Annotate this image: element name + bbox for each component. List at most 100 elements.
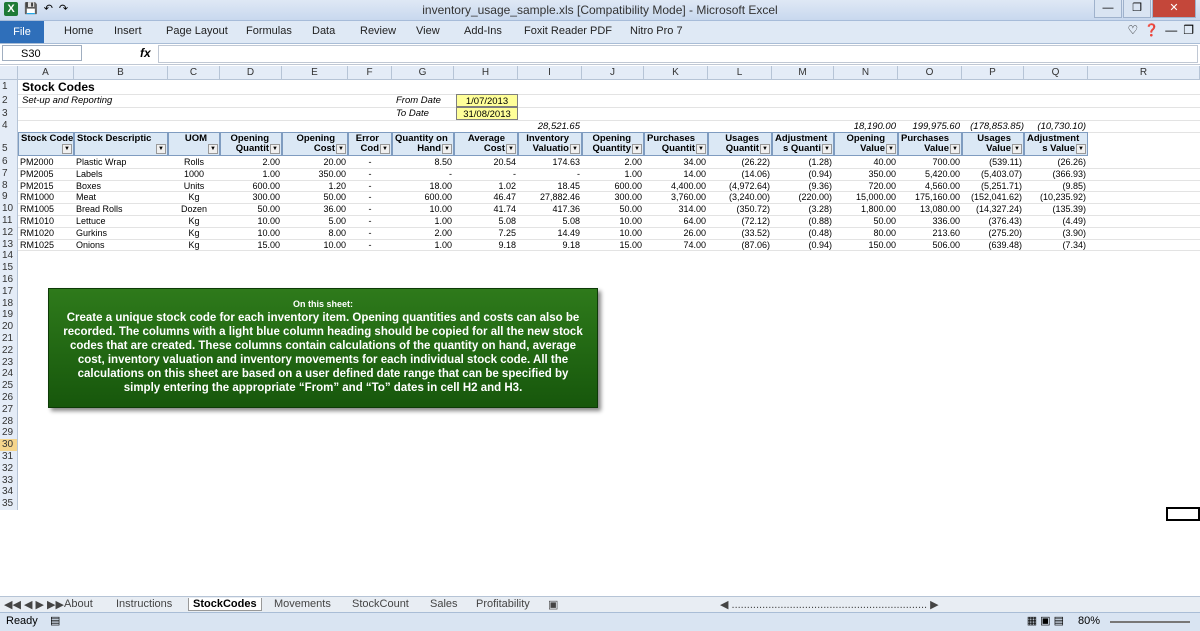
row-header[interactable]: 3 bbox=[0, 107, 18, 120]
col-header[interactable]: P bbox=[962, 66, 1024, 80]
row-header[interactable]: 34 bbox=[0, 486, 18, 499]
table-cell[interactable]: Dozen bbox=[168, 203, 220, 215]
column-heading[interactable]: Purchases Value ▼ bbox=[898, 132, 962, 156]
table-cell[interactable]: 27,882.46 bbox=[518, 191, 582, 203]
table-cell[interactable]: 15,000.00 bbox=[834, 191, 898, 203]
macro-record-icon[interactable]: ▤ bbox=[50, 614, 60, 627]
table-cell[interactable]: 18.45 bbox=[518, 180, 582, 192]
row-header[interactable]: 13 bbox=[0, 238, 18, 251]
table-cell[interactable]: PM2000 bbox=[18, 156, 74, 168]
total-usages-value[interactable]: (178,853.85) bbox=[962, 120, 1026, 132]
tab-nitro[interactable]: Nitro Pro 7 bbox=[630, 25, 683, 37]
row-header[interactable]: 25 bbox=[0, 380, 18, 392]
column-heading[interactable]: Opening Quantity ▼ bbox=[582, 132, 644, 156]
table-cell[interactable]: 9.18 bbox=[518, 239, 582, 251]
table-cell[interactable]: Labels bbox=[74, 168, 168, 180]
table-cell[interactable]: 506.00 bbox=[898, 239, 962, 251]
table-cell[interactable]: Lettuce bbox=[74, 215, 168, 227]
table-cell[interactable]: 700.00 bbox=[898, 156, 962, 168]
tab-data[interactable]: Data bbox=[312, 25, 335, 37]
table-cell[interactable]: 10.00 bbox=[582, 215, 644, 227]
table-cell[interactable]: 5,420.00 bbox=[898, 168, 962, 180]
table-cell[interactable]: 1.00 bbox=[220, 168, 282, 180]
table-cell[interactable]: Kg bbox=[168, 227, 220, 239]
col-header[interactable]: G bbox=[392, 66, 454, 80]
table-cell[interactable]: (366.93) bbox=[1024, 168, 1088, 180]
row-header[interactable]: 16 bbox=[0, 274, 18, 286]
table-cell[interactable]: (9.85) bbox=[1024, 180, 1088, 192]
row-header[interactable]: 6 bbox=[0, 156, 18, 168]
row-header[interactable]: 4 bbox=[0, 120, 18, 132]
column-heading[interactable]: Usages Value ▼ bbox=[962, 132, 1024, 156]
table-cell[interactable]: 1.00 bbox=[392, 215, 454, 227]
table-cell[interactable]: 174.63 bbox=[518, 156, 582, 168]
table-cell[interactable]: 2.00 bbox=[220, 156, 282, 168]
col-header[interactable]: L bbox=[708, 66, 772, 80]
table-cell[interactable]: 20.00 bbox=[282, 156, 348, 168]
table-cell[interactable]: 300.00 bbox=[582, 191, 644, 203]
table-cell[interactable]: 10.00 bbox=[220, 215, 282, 227]
row-header[interactable]: 20 bbox=[0, 321, 18, 333]
table-cell[interactable]: 18.00 bbox=[392, 180, 454, 192]
table-cell[interactable]: 46.47 bbox=[454, 191, 518, 203]
table-cell[interactable]: 13,080.00 bbox=[898, 203, 962, 215]
table-cell[interactable]: (5,251.71) bbox=[962, 180, 1024, 192]
row-header[interactable]: 10 bbox=[0, 203, 18, 215]
table-cell[interactable]: 213.60 bbox=[898, 227, 962, 239]
table-cell[interactable]: - bbox=[454, 168, 518, 180]
table-cell[interactable]: Bread Rolls bbox=[74, 203, 168, 215]
column-heading[interactable]: Opening Cost ▼ bbox=[282, 132, 348, 156]
table-cell[interactable]: (376.43) bbox=[962, 215, 1024, 227]
filter-dropdown-icon[interactable]: ▼ bbox=[208, 144, 218, 154]
help-icon[interactable]: ❓ bbox=[1144, 23, 1159, 37]
table-cell[interactable]: (3.90) bbox=[1024, 227, 1088, 239]
table-cell[interactable]: 15.00 bbox=[582, 239, 644, 251]
table-cell[interactable]: 5.08 bbox=[454, 215, 518, 227]
tab-foxit[interactable]: Foxit Reader PDF bbox=[524, 25, 612, 37]
table-cell[interactable]: 3,760.00 bbox=[644, 191, 708, 203]
name-box[interactable]: S30 bbox=[2, 45, 82, 61]
table-cell[interactable]: (135.39) bbox=[1024, 203, 1088, 215]
tab-add-ins[interactable]: Add-Ins bbox=[464, 25, 502, 37]
column-heading[interactable]: Stock Descriptic ▼ bbox=[74, 132, 168, 156]
filter-dropdown-icon[interactable]: ▼ bbox=[886, 144, 896, 154]
table-cell[interactable]: (7.34) bbox=[1024, 239, 1088, 251]
table-cell[interactable]: 15.00 bbox=[220, 239, 282, 251]
to-date-label[interactable]: To Date bbox=[394, 107, 454, 120]
filter-dropdown-icon[interactable]: ▼ bbox=[822, 144, 832, 154]
sheet-tab-movements[interactable]: Movements bbox=[274, 598, 331, 610]
table-cell[interactable]: - bbox=[518, 168, 582, 180]
table-cell[interactable]: 26.00 bbox=[644, 227, 708, 239]
table-cell[interactable]: Kg bbox=[168, 215, 220, 227]
table-cell[interactable]: (4,972.64) bbox=[708, 180, 772, 192]
table-cell[interactable]: (275.20) bbox=[962, 227, 1024, 239]
table-cell[interactable]: 9.18 bbox=[454, 239, 518, 251]
table-cell[interactable]: (0.94) bbox=[772, 239, 834, 251]
tab-review[interactable]: Review bbox=[360, 25, 396, 37]
row-header[interactable]: 2 bbox=[0, 94, 18, 107]
table-cell[interactable]: (5,403.07) bbox=[962, 168, 1024, 180]
table-cell[interactable]: 1.00 bbox=[392, 239, 454, 251]
table-cell[interactable]: 4,400.00 bbox=[644, 180, 708, 192]
table-cell[interactable]: (0.94) bbox=[772, 168, 834, 180]
table-cell[interactable]: Rolls bbox=[168, 156, 220, 168]
table-cell[interactable]: - bbox=[348, 156, 392, 168]
table-cell[interactable]: (639.48) bbox=[962, 239, 1024, 251]
table-cell[interactable]: 10.00 bbox=[220, 227, 282, 239]
table-cell[interactable]: 50.00 bbox=[582, 203, 644, 215]
table-cell[interactable]: Plastic Wrap bbox=[74, 156, 168, 168]
table-cell[interactable]: Meat bbox=[74, 191, 168, 203]
fx-icon[interactable]: fx bbox=[140, 46, 151, 60]
table-cell[interactable]: (14.06) bbox=[708, 168, 772, 180]
filter-dropdown-icon[interactable]: ▼ bbox=[760, 144, 770, 154]
row-header[interactable]: 7 bbox=[0, 167, 18, 180]
file-tab[interactable]: File bbox=[0, 21, 44, 43]
table-cell[interactable]: 1.00 bbox=[582, 168, 644, 180]
row-header[interactable]: 31 bbox=[0, 451, 18, 463]
table-cell[interactable]: RM1010 bbox=[18, 215, 74, 227]
table-cell[interactable]: 600.00 bbox=[220, 180, 282, 192]
table-cell[interactable]: 50.00 bbox=[834, 215, 898, 227]
from-date-input[interactable]: 1/07/2013 bbox=[456, 94, 518, 107]
row-header[interactable]: 9 bbox=[0, 191, 18, 204]
sheet-tab-stockcount[interactable]: StockCount bbox=[352, 598, 409, 610]
